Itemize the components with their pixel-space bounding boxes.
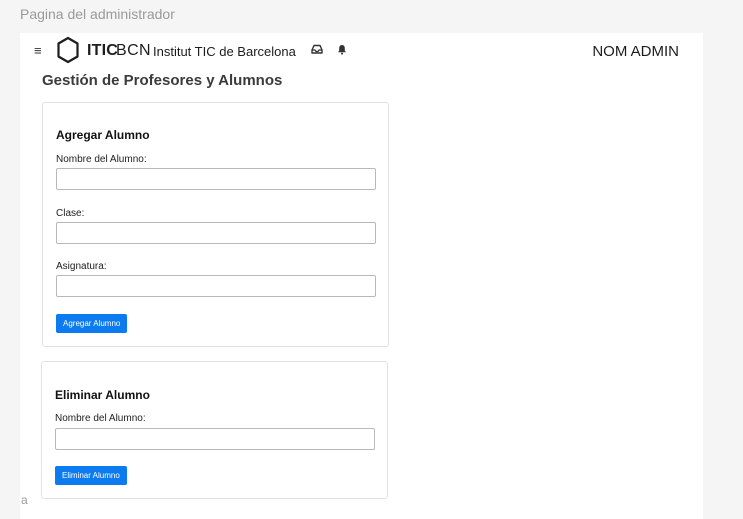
page-caption: Pagina del administrador bbox=[20, 6, 175, 22]
class-input[interactable] bbox=[56, 222, 376, 244]
add-student-form: Agregar Alumno Nombre del Alumno: Clase:… bbox=[42, 102, 389, 347]
delete-student-form: Eliminar Alumno Nombre del Alumno: Elimi… bbox=[41, 361, 388, 499]
hamburger-menu-icon[interactable]: ≡ bbox=[34, 43, 42, 58]
delete-student-button[interactable]: Eliminar Alumno bbox=[55, 466, 127, 485]
bell-icon[interactable] bbox=[337, 44, 347, 55]
add-student-heading: Agregar Alumno bbox=[56, 128, 150, 142]
subject-label: Asignatura: bbox=[56, 261, 107, 272]
brand-logo-text-light: BCN bbox=[116, 42, 151, 59]
brand-logo-text-bold: ITIC bbox=[87, 42, 119, 59]
class-label: Clase: bbox=[56, 208, 85, 219]
subject-input[interactable] bbox=[56, 275, 376, 297]
student-name-label: Nombre del Alumno: bbox=[56, 154, 147, 165]
top-navbar: ≡ ITIC BCN Institut TIC de Barcelona NOM… bbox=[20, 33, 703, 69]
delete-student-name-input[interactable] bbox=[55, 428, 375, 450]
inbox-icon[interactable] bbox=[311, 44, 323, 54]
page-title: Gestión de Profesores y Alumnos bbox=[42, 72, 283, 89]
admin-page: ≡ ITIC BCN Institut TIC de Barcelona NOM… bbox=[20, 33, 703, 519]
user-name[interactable]: NOM ADMIN bbox=[592, 43, 679, 60]
add-student-button[interactable]: Agregar Alumno bbox=[56, 314, 128, 333]
hexagon-logo-icon bbox=[57, 36, 79, 64]
delete-student-name-label: Nombre del Alumno: bbox=[55, 413, 146, 424]
delete-student-heading: Eliminar Alumno bbox=[55, 388, 150, 402]
student-name-input[interactable] bbox=[56, 168, 376, 190]
stray-text: a bbox=[21, 493, 28, 507]
institution-name: Institut TIC de Barcelona bbox=[153, 44, 296, 59]
